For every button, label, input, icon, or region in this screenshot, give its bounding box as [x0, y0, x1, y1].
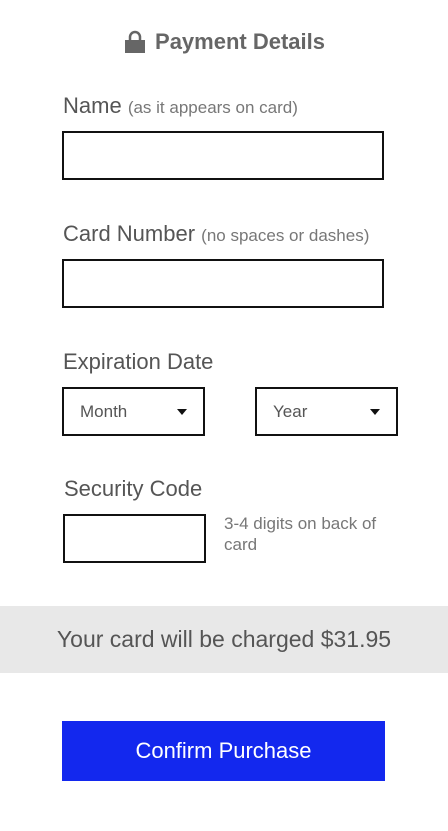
page-title: Payment Details	[155, 29, 325, 54]
card-number-input[interactable]	[62, 259, 384, 308]
confirm-purchase-button[interactable]: Confirm Purchase	[62, 721, 385, 781]
card-number-label: Card Number (no spaces or dashes)	[63, 221, 369, 247]
lock-icon	[123, 30, 147, 54]
charge-banner: Your card will be charged $31.95	[0, 606, 448, 673]
security-code-label: Security Code	[64, 476, 203, 501]
card-number-label-hint: (no spaces or dashes)	[201, 226, 370, 245]
expiration-date-label: Expiration Date	[63, 349, 214, 374]
card-number-label-text: Card Number	[63, 221, 196, 246]
page-header: Payment Details	[0, 27, 448, 57]
month-select-value: Month	[80, 401, 128, 421]
security-code-hint: 3-4 digits on back of card	[224, 514, 377, 554]
name-label-hint: (as it appears on card)	[127, 98, 298, 117]
security-code-input[interactable]	[63, 514, 206, 563]
name-label: Name (as it appears on card)	[63, 93, 298, 119]
month-select[interactable]: Month	[62, 387, 205, 436]
name-label-text: Name	[63, 93, 122, 118]
year-select-value: Year	[273, 401, 308, 421]
charge-amount-text: Your card will be charged $31.95	[56, 626, 392, 652]
year-select[interactable]: Year	[255, 387, 398, 436]
chevron-down-icon	[177, 408, 187, 415]
name-input[interactable]	[62, 131, 384, 180]
chevron-down-icon	[370, 408, 380, 415]
